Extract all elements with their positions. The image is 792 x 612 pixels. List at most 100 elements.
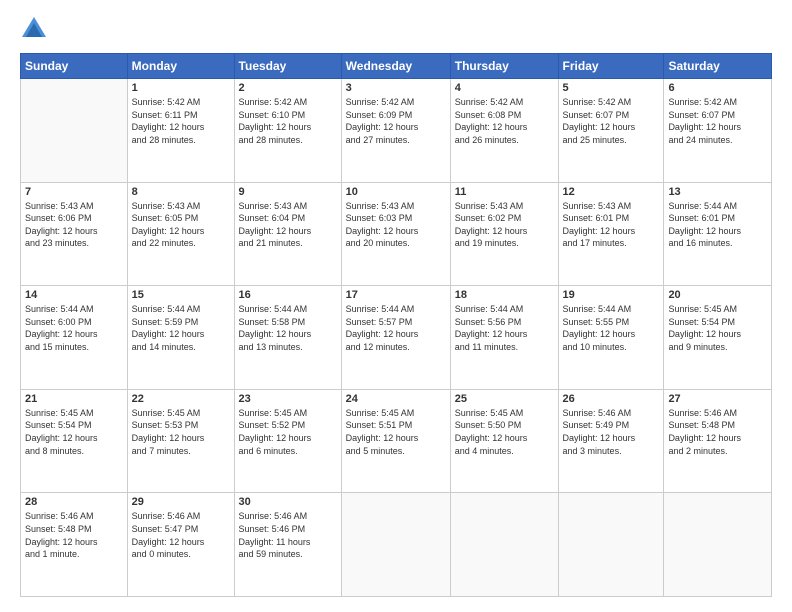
- day-number: 10: [346, 186, 446, 198]
- day-number: 3: [346, 82, 446, 94]
- day-info: Sunrise: 5:44 AM Sunset: 5:55 PM Dayligh…: [563, 303, 660, 353]
- page: SundayMondayTuesdayWednesdayThursdayFrid…: [0, 0, 792, 612]
- day-info: Sunrise: 5:42 AM Sunset: 6:11 PM Dayligh…: [132, 96, 230, 146]
- day-number: 28: [25, 496, 123, 508]
- calendar-col-header: Wednesday: [341, 54, 450, 79]
- day-number: 12: [563, 186, 660, 198]
- calendar-col-header: Monday: [127, 54, 234, 79]
- day-info: Sunrise: 5:45 AM Sunset: 5:53 PM Dayligh…: [132, 407, 230, 457]
- calendar-col-header: Friday: [558, 54, 664, 79]
- calendar-col-header: Thursday: [450, 54, 558, 79]
- calendar-day-cell: 3Sunrise: 5:42 AM Sunset: 6:09 PM Daylig…: [341, 79, 450, 183]
- calendar-day-cell: 18 Sunrise: 5:44 AM Sunset: 5:56 PM Dayli…: [450, 286, 558, 390]
- day-info: Sunrise: 5:45 AM Sunset: 5:52 PM Dayligh…: [239, 407, 337, 457]
- day-number: 16: [239, 289, 337, 301]
- day-info: Sunrise: 5:46 AM Sunset: 5:48 PM Dayligh…: [25, 510, 123, 560]
- calendar-day-cell: 11 Sunrise: 5:43 AM Sunset: 6:02 PM Dayli…: [450, 182, 558, 286]
- day-info: Sunrise: 5:42 AM Sunset: 6:10 PM Dayligh…: [239, 96, 337, 146]
- day-number: 6: [668, 82, 767, 94]
- day-info: Sunrise: 5:44 AM Sunset: 6:01 PM Dayligh…: [668, 200, 767, 250]
- day-number: 1: [132, 82, 230, 94]
- day-info: Sunrise: 5:42 AM Sunset: 6:07 PM Dayligh…: [563, 96, 660, 146]
- day-info: Sunrise: 5:43 AM Sunset: 6:02 PM Dayligh…: [455, 200, 554, 250]
- day-info: Sunrise: 5:44 AM Sunset: 5:56 PM Dayligh…: [455, 303, 554, 353]
- day-number: 11: [455, 186, 554, 198]
- day-info: Sunrise: 5:43 AM Sunset: 6:03 PM Dayligh…: [346, 200, 446, 250]
- calendar-day-cell: 9 Sunrise: 5:43 AM Sunset: 6:04 PM Daylig…: [234, 182, 341, 286]
- calendar-day-cell: [664, 493, 772, 597]
- calendar-day-cell: 12 Sunrise: 5:43 AM Sunset: 6:01 PM Dayli…: [558, 182, 664, 286]
- day-info: Sunrise: 5:44 AM Sunset: 5:57 PM Dayligh…: [346, 303, 446, 353]
- calendar-day-cell: 23 Sunrise: 5:45 AM Sunset: 5:52 PM Dayli…: [234, 389, 341, 493]
- logo-icon: [20, 15, 48, 43]
- day-number: 24: [346, 393, 446, 405]
- day-info: Sunrise: 5:44 AM Sunset: 6:00 PM Dayligh…: [25, 303, 123, 353]
- calendar-day-cell: 24 Sunrise: 5:45 AM Sunset: 5:51 PM Dayli…: [341, 389, 450, 493]
- day-info: Sunrise: 5:45 AM Sunset: 5:54 PM Dayligh…: [668, 303, 767, 353]
- day-number: 13: [668, 186, 767, 198]
- calendar-day-cell: [450, 493, 558, 597]
- calendar-day-cell: 2 Sunrise: 5:42 AM Sunset: 6:10 PM Daylig…: [234, 79, 341, 183]
- calendar-day-cell: 1 Sunrise: 5:42 AM Sunset: 6:11 PM Daylig…: [127, 79, 234, 183]
- day-number: 23: [239, 393, 337, 405]
- calendar-week-row: 21Sunrise: 5:45 AM Sunset: 5:54 PM Dayli…: [21, 389, 772, 493]
- day-info: Sunrise: 5:44 AM Sunset: 5:58 PM Dayligh…: [239, 303, 337, 353]
- calendar-day-cell: 8Sunrise: 5:43 AM Sunset: 6:05 PM Daylig…: [127, 182, 234, 286]
- calendar-day-cell: 22 Sunrise: 5:45 AM Sunset: 5:53 PM Dayli…: [127, 389, 234, 493]
- calendar-day-cell: [341, 493, 450, 597]
- day-number: 20: [668, 289, 767, 301]
- calendar-day-cell: 10 Sunrise: 5:43 AM Sunset: 6:03 PM Dayli…: [341, 182, 450, 286]
- calendar-col-header: Saturday: [664, 54, 772, 79]
- calendar-day-cell: 20 Sunrise: 5:45 AM Sunset: 5:54 PM Dayli…: [664, 286, 772, 390]
- day-info: Sunrise: 5:46 AM Sunset: 5:48 PM Dayligh…: [668, 407, 767, 457]
- calendar-week-row: 28 Sunrise: 5:46 AM Sunset: 5:48 PM Dayli…: [21, 493, 772, 597]
- day-number: 18: [455, 289, 554, 301]
- day-number: 9: [239, 186, 337, 198]
- day-number: 26: [563, 393, 660, 405]
- calendar-day-cell: [21, 79, 128, 183]
- day-info: Sunrise: 5:42 AM Sunset: 6:08 PM Dayligh…: [455, 96, 554, 146]
- calendar-day-cell: 6 Sunrise: 5:42 AM Sunset: 6:07 PM Daylig…: [664, 79, 772, 183]
- day-info: Sunrise: 5:44 AM Sunset: 5:59 PM Dayligh…: [132, 303, 230, 353]
- day-info: Sunrise: 5:46 AM Sunset: 5:46 PM Dayligh…: [239, 510, 337, 560]
- calendar-day-cell: 5 Sunrise: 5:42 AM Sunset: 6:07 PM Daylig…: [558, 79, 664, 183]
- day-number: 30: [239, 496, 337, 508]
- calendar-day-cell: [558, 493, 664, 597]
- calendar-day-cell: 15 Sunrise: 5:44 AM Sunset: 5:59 PM Dayli…: [127, 286, 234, 390]
- calendar-day-cell: 27 Sunrise: 5:46 AM Sunset: 5:48 PM Dayli…: [664, 389, 772, 493]
- calendar-col-header: Tuesday: [234, 54, 341, 79]
- day-number: 29: [132, 496, 230, 508]
- day-number: 7: [25, 186, 123, 198]
- calendar-day-cell: 13 Sunrise: 5:44 AM Sunset: 6:01 PM Dayli…: [664, 182, 772, 286]
- calendar-day-cell: 16 Sunrise: 5:44 AM Sunset: 5:58 PM Dayli…: [234, 286, 341, 390]
- day-info: Sunrise: 5:43 AM Sunset: 6:01 PM Dayligh…: [563, 200, 660, 250]
- day-number: 17: [346, 289, 446, 301]
- day-number: 27: [668, 393, 767, 405]
- calendar-day-cell: 21Sunrise: 5:45 AM Sunset: 5:54 PM Dayli…: [21, 389, 128, 493]
- day-info: Sunrise: 5:46 AM Sunset: 5:47 PM Dayligh…: [132, 510, 230, 560]
- calendar-week-row: 7 Sunrise: 5:43 AM Sunset: 6:06 PM Daylig…: [21, 182, 772, 286]
- day-number: 22: [132, 393, 230, 405]
- day-number: 8: [132, 186, 230, 198]
- calendar-day-cell: 7 Sunrise: 5:43 AM Sunset: 6:06 PM Daylig…: [21, 182, 128, 286]
- day-number: 2: [239, 82, 337, 94]
- calendar-day-cell: 4Sunrise: 5:42 AM Sunset: 6:08 PM Daylig…: [450, 79, 558, 183]
- day-info: Sunrise: 5:45 AM Sunset: 5:50 PM Dayligh…: [455, 407, 554, 457]
- calendar-col-header: Sunday: [21, 54, 128, 79]
- day-number: 5: [563, 82, 660, 94]
- calendar-day-cell: 19Sunrise: 5:44 AM Sunset: 5:55 PM Dayli…: [558, 286, 664, 390]
- day-number: 25: [455, 393, 554, 405]
- calendar-day-cell: 25 Sunrise: 5:45 AM Sunset: 5:50 PM Dayli…: [450, 389, 558, 493]
- day-number: 21: [25, 393, 123, 405]
- day-number: 15: [132, 289, 230, 301]
- day-info: Sunrise: 5:45 AM Sunset: 5:51 PM Dayligh…: [346, 407, 446, 457]
- calendar-week-row: 14Sunrise: 5:44 AM Sunset: 6:00 PM Dayli…: [21, 286, 772, 390]
- day-info: Sunrise: 5:43 AM Sunset: 6:04 PM Dayligh…: [239, 200, 337, 250]
- header: [20, 15, 772, 43]
- day-info: Sunrise: 5:42 AM Sunset: 6:07 PM Dayligh…: [668, 96, 767, 146]
- calendar-week-row: 1 Sunrise: 5:42 AM Sunset: 6:11 PM Daylig…: [21, 79, 772, 183]
- calendar-day-cell: 26 Sunrise: 5:46 AM Sunset: 5:49 PM Dayli…: [558, 389, 664, 493]
- day-info: Sunrise: 5:43 AM Sunset: 6:06 PM Dayligh…: [25, 200, 123, 250]
- day-info: Sunrise: 5:46 AM Sunset: 5:49 PM Dayligh…: [563, 407, 660, 457]
- calendar-table: SundayMondayTuesdayWednesdayThursdayFrid…: [20, 53, 772, 597]
